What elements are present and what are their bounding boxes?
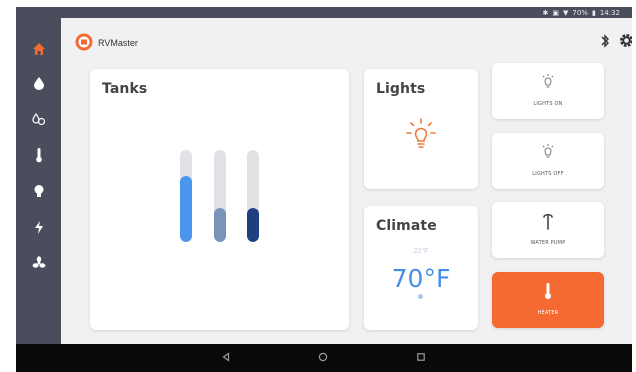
vibrate-status-icon: ▣ (552, 8, 559, 17)
heater-label: HEATER (537, 310, 559, 316)
sidebar-item-fan[interactable] (24, 250, 54, 276)
current-temperature: 70°F (391, 264, 451, 293)
thermometer-icon (36, 148, 42, 163)
climate-card[interactable]: Climate 22°F 70°F (364, 206, 478, 330)
battery-icon: ▮ (591, 8, 596, 17)
recents-icon[interactable] (416, 352, 426, 362)
lights-off-label: LIGHTS OFF (532, 171, 564, 177)
sidebar-nav (16, 18, 61, 344)
wifi-status-icon: ▼ (563, 8, 569, 17)
lightbulb-icon (542, 74, 554, 88)
power-icon (35, 220, 43, 234)
rvmaster-logo-icon (75, 33, 93, 51)
water-pump-icon (543, 213, 553, 230)
battery-level: 70% (572, 8, 588, 17)
bluetooth-status-icon: ✱ (542, 8, 549, 17)
sidebar-item-tanks[interactable] (24, 106, 54, 132)
tanks-icon (32, 112, 46, 126)
climate-title: Climate (376, 218, 437, 234)
bluetooth-icon[interactable] (599, 33, 611, 49)
settings-icon[interactable] (618, 32, 632, 49)
tanks-card[interactable]: Tanks (90, 69, 349, 330)
gray-water-level (214, 207, 226, 242)
fan-icon (32, 256, 46, 268)
lights-on-button[interactable]: LIGHTS ON (492, 63, 604, 119)
status-time: 14:32 (599, 8, 620, 17)
app-screen: ✱ ▣ ▼ 70% ▮ 14:32 RVMaster Tanks Lights … (16, 7, 632, 344)
sidebar-item-climate[interactable] (24, 142, 54, 168)
water-drop-icon (34, 77, 44, 90)
water-pump-button[interactable]: WATER PUMP (492, 202, 604, 258)
sidebar-item-lights[interactable] (24, 178, 54, 204)
back-icon[interactable] (221, 352, 231, 362)
home-circle-icon[interactable] (318, 352, 328, 362)
lightbulb-icon (34, 184, 44, 197)
fan-indicator-icon (418, 294, 423, 299)
fresh-water-tank (180, 150, 192, 242)
lights-card[interactable]: Lights (364, 69, 478, 189)
sidebar-item-water[interactable] (24, 70, 54, 96)
status-bar: ✱ ▣ ▼ 70% ▮ 14:32 (16, 7, 632, 18)
android-nav-bar (16, 344, 632, 372)
home-icon (33, 43, 45, 55)
sidebar-item-power[interactable] (24, 214, 54, 240)
set-temperature: 22°F (413, 248, 429, 255)
lights-on-label: LIGHTS ON (533, 101, 563, 107)
black-water-tank (247, 150, 259, 242)
black-water-level (247, 207, 259, 242)
sidebar-item-home[interactable] (24, 36, 54, 62)
thermometer-icon (545, 283, 551, 299)
heater-button[interactable]: HEATER (492, 272, 604, 328)
gray-water-tank (214, 150, 226, 242)
tanks-title: Tanks (102, 81, 148, 97)
app-header: RVMaster (61, 18, 632, 62)
water-pump-label: WATER PUMP (530, 240, 566, 246)
lightbulb-icon (542, 144, 554, 158)
fresh-water-level (180, 175, 192, 242)
lights-off-button[interactable]: LIGHTS OFF (492, 133, 604, 189)
app-brand-name: RVMaster (98, 38, 138, 48)
lightbulb-icon (406, 118, 436, 148)
lights-title: Lights (376, 81, 426, 97)
